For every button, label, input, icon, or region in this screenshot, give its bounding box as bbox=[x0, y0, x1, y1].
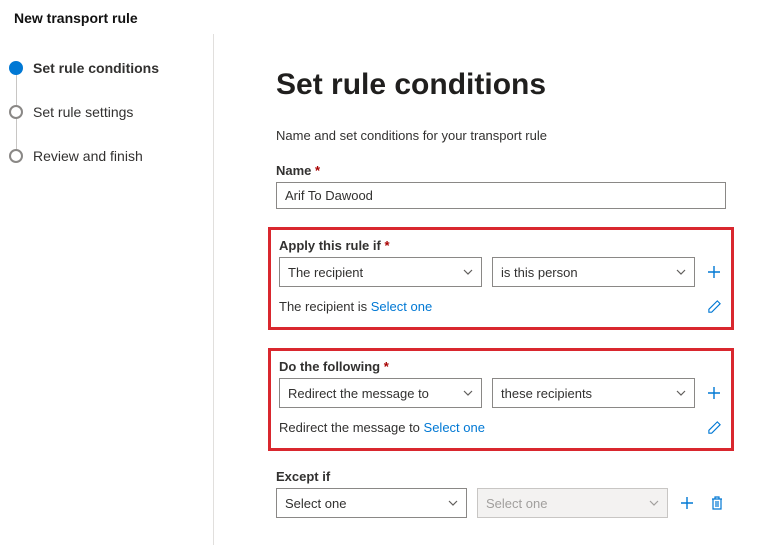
do-following-label: Do the following bbox=[279, 359, 723, 374]
add-exception-button[interactable] bbox=[678, 494, 696, 512]
step-set-rule-conditions[interactable]: Set rule conditions bbox=[7, 60, 213, 76]
apply-if-label: Apply this rule if bbox=[279, 238, 723, 253]
apply-if-summary: The recipient is Select one bbox=[279, 299, 697, 314]
except-if-label: Except if bbox=[276, 469, 726, 484]
except-value-select: Select one bbox=[477, 488, 668, 518]
step-label: Review and finish bbox=[33, 148, 143, 164]
except-if-group: Except if Select one Select one bbox=[276, 469, 726, 540]
select-value: Select one bbox=[486, 496, 547, 511]
step-label: Set rule conditions bbox=[33, 60, 159, 76]
select-value: Select one bbox=[285, 496, 346, 511]
select-value: is this person bbox=[501, 265, 578, 280]
name-label: Name bbox=[276, 163, 726, 178]
apply-if-group: Apply this rule if The recipient is this… bbox=[268, 227, 734, 330]
step-label: Set rule settings bbox=[33, 104, 133, 120]
wizard-sidebar: Set rule conditions Set rule settings Re… bbox=[0, 34, 214, 545]
step-review-and-finish[interactable]: Review and finish bbox=[7, 148, 213, 164]
step-connector bbox=[16, 118, 17, 152]
page-title: New transport rule bbox=[14, 10, 754, 26]
chevron-down-icon bbox=[676, 388, 686, 398]
chevron-down-icon bbox=[448, 498, 458, 508]
select-value: these recipients bbox=[501, 386, 592, 401]
do-following-group: Do the following Redirect the message to… bbox=[268, 348, 734, 451]
chevron-down-icon bbox=[463, 388, 473, 398]
step-connector bbox=[16, 74, 17, 108]
edit-condition-button[interactable] bbox=[705, 297, 723, 315]
edit-action-button[interactable] bbox=[705, 418, 723, 436]
select-one-link[interactable]: Select one bbox=[371, 299, 432, 314]
apply-if-condition-select[interactable]: The recipient bbox=[279, 257, 482, 287]
step-set-rule-settings[interactable]: Set rule settings bbox=[7, 104, 213, 120]
except-condition-select[interactable]: Select one bbox=[276, 488, 467, 518]
window-header: New transport rule bbox=[0, 0, 768, 34]
chevron-down-icon bbox=[463, 267, 473, 277]
add-condition-button[interactable] bbox=[705, 263, 723, 281]
main-description: Name and set conditions for your transpo… bbox=[276, 128, 726, 143]
select-value: Redirect the message to bbox=[288, 386, 429, 401]
name-field-group: Name bbox=[276, 163, 726, 209]
apply-if-value-select[interactable]: is this person bbox=[492, 257, 695, 287]
chevron-down-icon bbox=[676, 267, 686, 277]
select-one-link[interactable]: Select one bbox=[424, 420, 485, 435]
main-heading: Set rule conditions bbox=[276, 68, 726, 102]
name-input[interactable] bbox=[276, 182, 726, 209]
chevron-down-icon bbox=[649, 498, 659, 508]
step-indicator-icon bbox=[9, 105, 23, 119]
step-indicator-icon bbox=[9, 149, 23, 163]
main-panel: Set rule conditions Name and set conditi… bbox=[214, 34, 768, 545]
select-value: The recipient bbox=[288, 265, 363, 280]
delete-exception-button[interactable] bbox=[708, 494, 726, 512]
do-following-summary: Redirect the message to Select one bbox=[279, 420, 697, 435]
add-action-button[interactable] bbox=[705, 384, 723, 402]
action-value-select[interactable]: these recipients bbox=[492, 378, 695, 408]
action-select[interactable]: Redirect the message to bbox=[279, 378, 482, 408]
step-indicator-icon bbox=[9, 61, 23, 75]
